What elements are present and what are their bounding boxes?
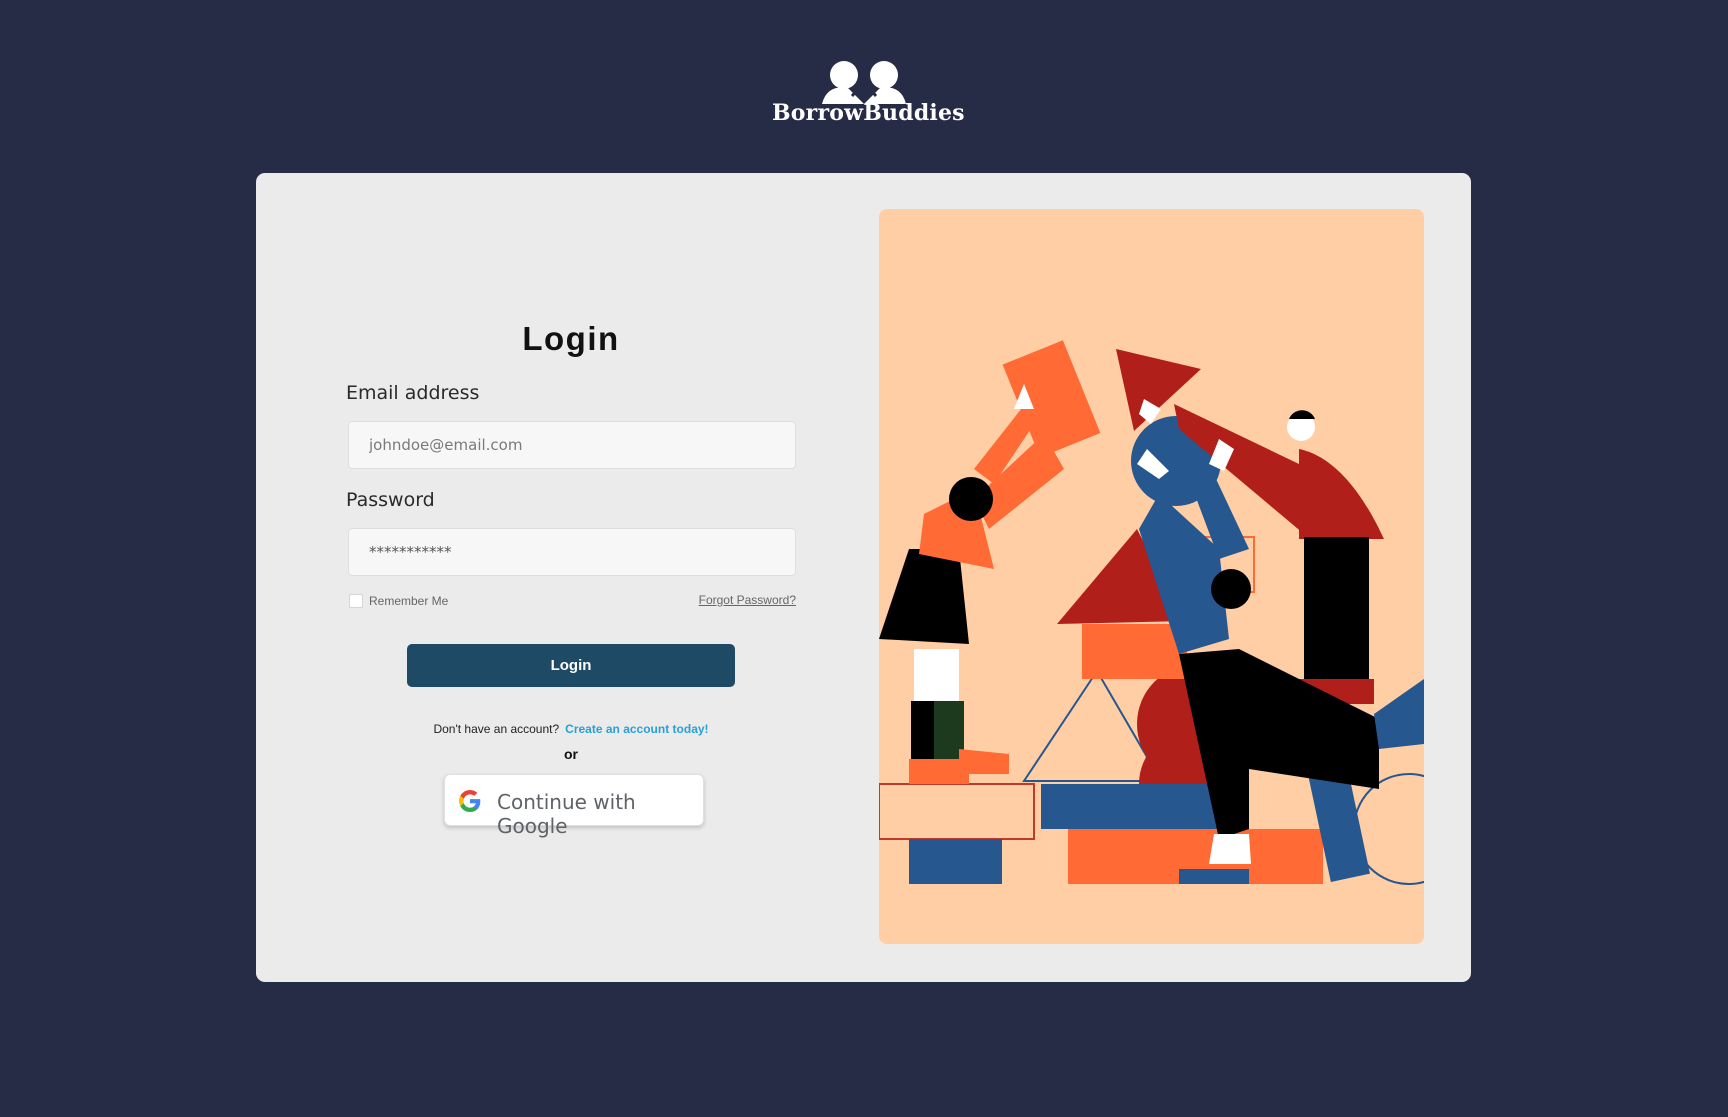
two-people-icon xyxy=(822,61,906,104)
email-label: Email address xyxy=(346,382,480,404)
brand-name: BorrowBuddies xyxy=(772,100,965,126)
brand-logo: BorrowBuddies xyxy=(772,58,965,128)
hero-illustration xyxy=(879,209,1424,944)
google-icon xyxy=(459,790,481,812)
login-card: Login Email address Password Remember Me… xyxy=(256,173,1471,982)
page-title: Login xyxy=(522,320,620,357)
remember-me-label: Remember Me xyxy=(369,594,449,608)
remember-me-checkbox[interactable] xyxy=(349,594,363,608)
people-building-shapes-illustration xyxy=(879,340,1424,885)
signup-row: Don't have an account? Create an account … xyxy=(256,722,886,736)
password-label: Password xyxy=(346,489,435,511)
no-account-text: Don't have an account? xyxy=(433,722,560,736)
google-signin-button[interactable]: Continue with Google xyxy=(444,774,704,838)
password-field[interactable] xyxy=(348,528,796,576)
google-signin-label: Continue with Google xyxy=(497,790,636,838)
login-button[interactable]: Login xyxy=(407,644,735,687)
create-account-link[interactable]: Create an account today! xyxy=(565,722,708,736)
email-field[interactable] xyxy=(348,421,796,469)
forgot-password-link[interactable]: Forgot Password? xyxy=(694,593,796,607)
or-divider: or xyxy=(564,746,578,762)
